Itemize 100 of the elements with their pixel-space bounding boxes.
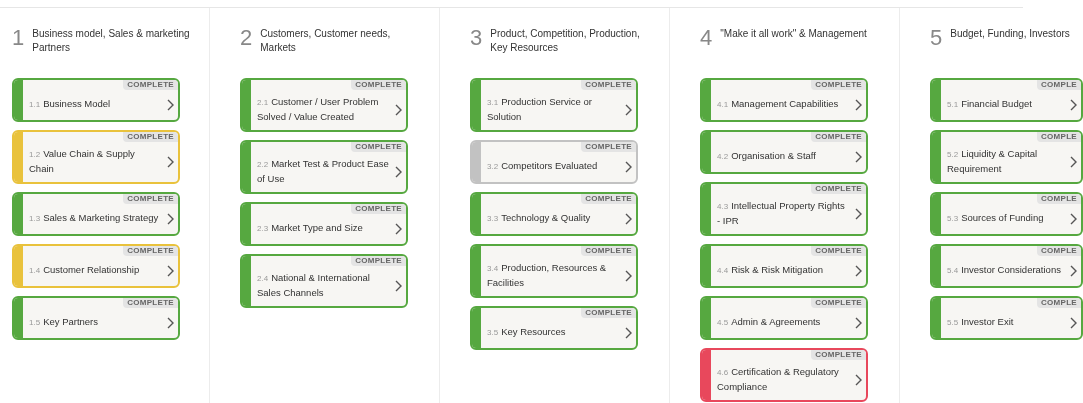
complete-badge: COMPLETE [811, 350, 866, 360]
complete-badge: COMPLETE [581, 194, 636, 204]
chevron-right-icon [854, 316, 862, 329]
section-number: 3 [470, 26, 483, 50]
chevron-right-icon [624, 160, 632, 173]
complete-badge: COMPLETE [123, 194, 178, 204]
section-title: Product, Competition, Production, Key Resources [490, 27, 641, 55]
topic-card[interactable]: COMPLETE 1.4 Customer Relationship [12, 244, 180, 288]
topic-card[interactable]: COMPLETE 1.5 Key Partners [12, 296, 180, 340]
chevron-right-icon [166, 264, 174, 277]
chevron-right-icon [166, 98, 174, 111]
topic-card[interactable]: COMPLE 5.2 Liquidity & Capital Requirement [930, 130, 1083, 184]
topic-title: 1.3 Sales & Marketing Strategy [29, 211, 160, 225]
complete-badge: COMPLETE [351, 256, 406, 266]
topic-title: 4.4 Risk & Risk Mitigation [717, 263, 824, 277]
topic-card[interactable]: COMPLETE 4.3 Intellectual Property Rights - IPR [700, 182, 868, 236]
topic-title: 4.6 Certification & Regulatory Compliance [717, 365, 840, 394]
chevron-right-icon [624, 326, 632, 339]
complete-badge: COMPLETE [351, 142, 406, 152]
topic-title: 1.1 Business Model [29, 97, 112, 111]
complete-badge: COMPLETE [811, 246, 866, 256]
complete-badge: COMPLETE [581, 142, 636, 152]
topic-title: 5.3 Sources of Funding [947, 211, 1045, 225]
chevron-right-icon [854, 150, 862, 163]
topic-title: 5.4 Investor Considerations [947, 263, 1062, 277]
topic-card[interactable]: COMPLETE 1.1 Business Model [12, 78, 180, 122]
chevron-right-icon [394, 103, 402, 116]
topic-card[interactable]: COMPLETE 3.3 Technology & Quality [470, 192, 638, 236]
topic-title: 4.5 Admin & Agreements [717, 315, 822, 329]
complete-badge: COMPLETE [811, 132, 866, 142]
topic-title: 5.2 Liquidity & Capital Requirement [947, 147, 1039, 176]
topic-card[interactable]: COMPLE 5.5 Investor Exit [930, 296, 1083, 340]
topic-title: 4.3 Intellectual Property Rights - IPR [717, 199, 846, 228]
topic-card[interactable]: COMPLETE 4.4 Risk & Risk Mitigation [700, 244, 868, 288]
complete-badge: COMPLETE [811, 298, 866, 308]
topic-card[interactable]: COMPLETE 1.3 Sales & Marketing Strategy [12, 192, 180, 236]
complete-badge: COMPLETE [581, 80, 636, 90]
topic-card[interactable]: COMPLETE 2.2 Market Test & Product Ease of Use [240, 140, 408, 194]
topic-card[interactable]: COMPLETE 1.2 Value Chain & Supply Chain [12, 130, 180, 184]
topic-title: 3.1 Production Service or Solution [487, 95, 593, 124]
topic-card[interactable]: COMPLE 5.4 Investor Considerations [930, 244, 1083, 288]
topic-card[interactable]: COMPLETE 3.1 Production Service or Solution [470, 78, 638, 132]
topic-card[interactable]: COMPLETE 3.5 Key Resources [470, 306, 638, 350]
complete-badge: COMPLETE [351, 80, 406, 90]
topic-title: 2.4 National & International Sales Channels [257, 271, 371, 300]
chevron-right-icon [624, 212, 632, 225]
topic-card[interactable]: COMPLE 5.1 Financial Budget [930, 78, 1083, 122]
topic-card[interactable]: COMPLETE 2.3 Market Type and Size [240, 202, 408, 246]
topic-title: 3.3 Technology & Quality [487, 211, 592, 225]
topic-card[interactable]: COMPLETE 4.5 Admin & Agreements [700, 296, 868, 340]
complete-badge: COMPLE [1036, 80, 1081, 90]
chevron-right-icon [1069, 264, 1077, 277]
chevron-right-icon [1069, 212, 1077, 225]
section-number: 1 [12, 26, 25, 50]
topic-card[interactable]: COMPLETE 4.6 Certification & Regulatory Compliance [700, 348, 868, 402]
complete-badge: COMPLETE [811, 184, 866, 194]
complete-badge: COMPLETE [581, 308, 636, 318]
complete-badge: COMPLE [1036, 132, 1081, 142]
chevron-right-icon [166, 212, 174, 225]
topic-title: 1.5 Key Partners [29, 315, 100, 329]
topic-card[interactable]: COMPLETE 4.2 Organisation & Staff [700, 130, 868, 174]
section-title: "Make it all work" & Management [720, 27, 867, 41]
topic-title: 1.4 Customer Relationship [29, 263, 141, 277]
chevron-right-icon [394, 165, 402, 178]
topic-title: 2.2 Market Test & Product Ease of Use [257, 157, 390, 186]
chevron-right-icon [394, 279, 402, 292]
topic-title: 2.1 Customer / User Problem Solved / Value Created [257, 95, 380, 124]
chevron-right-icon [1069, 98, 1077, 111]
complete-badge: COMPLETE [351, 204, 406, 214]
chevron-right-icon [854, 373, 862, 386]
complete-badge: COMPLETE [123, 246, 178, 256]
topic-card[interactable]: COMPLETE 4.1 Management Capabilities [700, 78, 868, 122]
chevron-right-icon [854, 207, 862, 220]
topic-card[interactable]: COMPLETE 2.4 National & International Sales Channels [240, 254, 408, 308]
complete-badge: COMPLETE [581, 246, 636, 256]
chevron-right-icon [854, 264, 862, 277]
complete-badge: COMPLETE [811, 80, 866, 90]
topic-card[interactable]: COMPLETE 2.1 Customer / User Problem Solved / Value Created [240, 78, 408, 132]
topic-title: 3.2 Competitors Evaluated [487, 159, 599, 173]
complete-badge: COMPLE [1036, 246, 1081, 256]
section-number: 2 [240, 26, 253, 50]
chevron-right-icon [1069, 316, 1077, 329]
complete-badge: COMPLE [1036, 298, 1081, 308]
topic-title: 4.1 Management Capabilities [717, 97, 840, 111]
topic-card[interactable]: COMPLETE 3.4 Production, Resources & Facilities [470, 244, 638, 298]
topic-card[interactable]: COMPLE 5.3 Sources of Funding [930, 192, 1083, 236]
topic-title: 1.2 Value Chain & Supply Chain [29, 147, 136, 176]
topic-title: 4.2 Organisation & Staff [717, 149, 817, 163]
complete-badge: COMPLE [1036, 194, 1081, 204]
topic-title: 3.5 Key Resources [487, 325, 567, 339]
topic-card[interactable]: COMPLETE 3.2 Competitors Evaluated [470, 140, 638, 184]
section-number: 4 [700, 26, 713, 50]
chevron-right-icon [166, 155, 174, 168]
chevron-right-icon [624, 103, 632, 116]
chevron-right-icon [624, 269, 632, 282]
chevron-right-icon [1069, 155, 1077, 168]
chevron-right-icon [394, 222, 402, 235]
section-title: Budget, Funding, Investors [950, 27, 1070, 41]
topic-title: 3.4 Production, Resources & Facilities [487, 261, 608, 290]
section-title: Business model, Sales & marketing Partners [32, 27, 191, 55]
